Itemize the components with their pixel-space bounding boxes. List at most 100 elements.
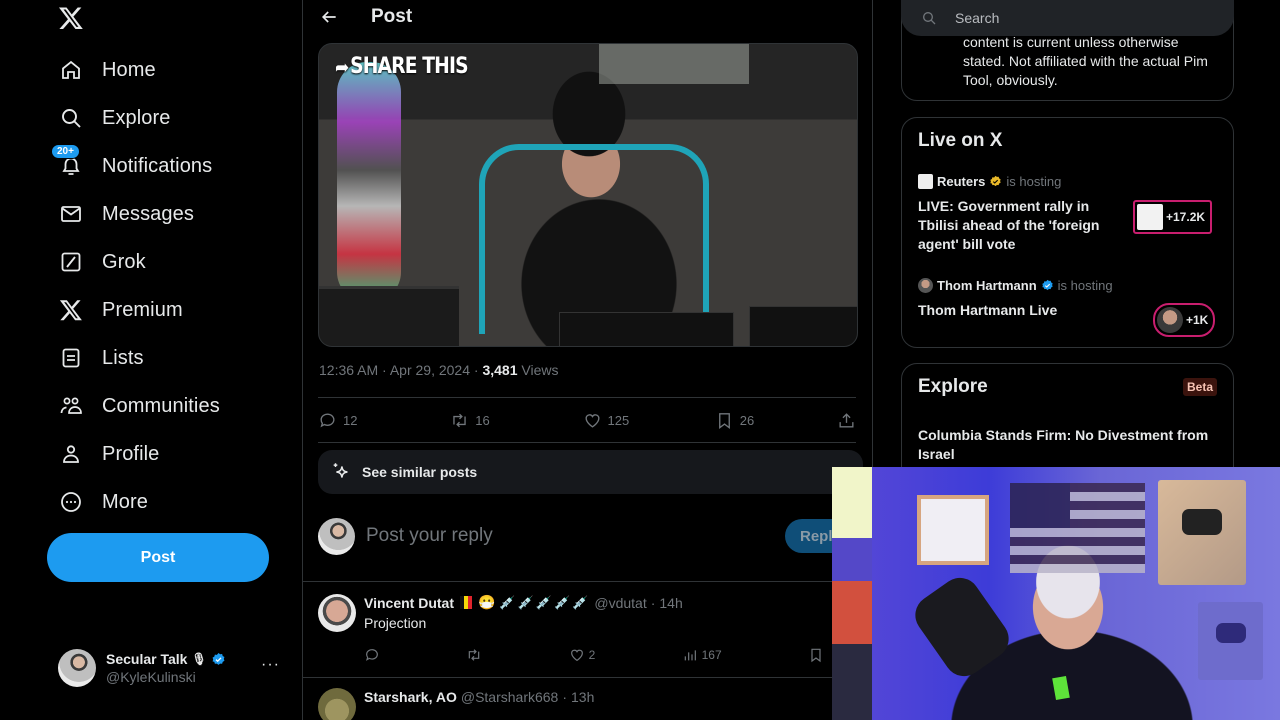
live-on-x-card: Live on X Reuters is hosting LIVE: Gover…	[901, 117, 1234, 348]
like-count: 125	[607, 412, 630, 428]
post-video[interactable]: ➦ SHARE THIS	[318, 43, 858, 347]
play-icon	[1182, 509, 1222, 535]
search-icon	[58, 105, 84, 131]
post-button[interactable]: Post	[47, 533, 269, 582]
views-count: 167	[701, 648, 722, 662]
mask-emoji-icon: 😷	[477, 594, 496, 610]
like-button[interactable]: 2	[569, 647, 596, 663]
reply-author-handle[interactable]: @Starshark668	[461, 689, 558, 705]
reply-item[interactable]: Starshark, AO @Starshark668 · 13h	[303, 678, 872, 720]
avatar[interactable]	[318, 594, 356, 632]
reply-input[interactable]	[366, 525, 746, 547]
views-button[interactable]: 167	[682, 647, 722, 663]
reuters-logo-icon	[918, 174, 933, 189]
sidebar-item-label: Notifications	[102, 154, 213, 177]
repost-icon	[453, 413, 466, 427]
repost-count: 16	[475, 412, 490, 428]
communities-icon	[58, 393, 84, 419]
grok-icon	[58, 249, 84, 275]
reply-actions: 2 167	[364, 647, 824, 663]
home-icon	[58, 57, 84, 83]
avatar	[1157, 307, 1183, 333]
sidebar-item-grok[interactable]: Grok	[58, 238, 220, 286]
sidebar-nav: Home Explore 20+ Notifications Messages …	[51, 46, 220, 526]
avatar[interactable]	[318, 688, 356, 720]
heart-icon	[570, 649, 583, 662]
sidebar-item-lists[interactable]: Lists	[58, 334, 220, 382]
account-switcher[interactable]: Secular Talk 🎙 @KyleKulinski ···	[58, 648, 288, 688]
sidebar-item-communities[interactable]: Communities	[58, 382, 220, 430]
picture-frame	[917, 495, 989, 565]
sidebar-item-more[interactable]: More	[58, 478, 220, 526]
host-name: Thom Hartmann	[937, 278, 1037, 293]
reply-time[interactable]: 13h	[571, 689, 594, 705]
avatar	[58, 649, 96, 687]
belgium-flag-icon	[459, 596, 472, 609]
reply-item[interactable]: Vincent Dutat 😷 💉💉💉💉💉 @vdutat · 14h Proj…	[303, 582, 872, 677]
explore-item[interactable]: Columbia Stands Firm: No Divestment from…	[918, 426, 1223, 464]
search-bar[interactable]	[901, 0, 1234, 36]
sidebar-item-label: Explore	[102, 106, 171, 129]
bookmark-icon	[811, 648, 821, 663]
share-button[interactable]	[837, 411, 856, 430]
reply-author-handle[interactable]: @vdutat	[594, 595, 646, 611]
sidebar-item-premium[interactable]: Premium	[58, 286, 220, 334]
sidebar-item-label: Home	[102, 58, 156, 81]
sidebar-item-notifications[interactable]: 20+ Notifications	[51, 142, 220, 190]
avatar	[318, 517, 355, 555]
avatar	[918, 278, 933, 293]
flag-decor	[1010, 483, 1145, 573]
listener-count: +17.2K	[1166, 210, 1206, 224]
divider	[318, 442, 856, 443]
sidebar-item-profile[interactable]: Profile	[58, 430, 220, 478]
repost-button[interactable]	[466, 647, 482, 663]
reply-author-name[interactable]: Vincent Dutat	[364, 595, 454, 611]
bookmark-button[interactable]: 26	[715, 411, 825, 430]
list-icon	[58, 345, 84, 371]
account-handle: @KyleKulinski	[106, 669, 196, 685]
sidebar-item-explore[interactable]: Explore	[58, 94, 220, 142]
post-header: Post	[303, 0, 872, 34]
explore-section-title: Explore	[918, 376, 988, 397]
search-icon	[923, 12, 936, 25]
sidebar-item-label: Communities	[102, 394, 220, 417]
page-title: Post	[371, 6, 413, 27]
more-options-icon[interactable]: ···	[261, 656, 280, 674]
reply-time[interactable]: 14h	[659, 595, 682, 611]
webcam-overlay	[832, 467, 1280, 720]
repost-button[interactable]: 16	[450, 411, 570, 430]
search-input[interactable]	[955, 10, 1205, 26]
profile-icon	[58, 441, 84, 467]
live-title: LIVE: Government rally in Tbilisi ahead …	[918, 198, 1100, 252]
live-listeners-pill[interactable]: +1K	[1153, 303, 1216, 337]
heart-icon	[584, 413, 600, 428]
main-column: Post ➦ SHARE THIS 12:36 AM · Apr 29, 202…	[302, 0, 873, 720]
live-title: Thom Hartmann Live	[918, 302, 1058, 318]
live-listeners-pill[interactable]: +17.2K	[1133, 200, 1213, 234]
reply-author-name[interactable]: Starshark, AO	[364, 689, 457, 705]
post-date[interactable]: Apr 29, 2024	[390, 362, 470, 378]
see-similar-label: See similar posts	[362, 464, 478, 480]
sidebar-item-label: Profile	[102, 442, 160, 465]
see-similar-posts-button[interactable]: See similar posts	[318, 450, 863, 494]
like-button[interactable]: 125	[583, 411, 703, 430]
reply-button[interactable]: 12	[318, 411, 438, 430]
sidebar-item-home[interactable]: Home	[58, 46, 220, 94]
bookmark-button[interactable]	[808, 647, 824, 663]
microphone-icon: 🎙	[191, 652, 207, 666]
share-icon	[839, 412, 854, 428]
verified-gold-badge-icon	[990, 175, 1002, 187]
sidebar-item-messages[interactable]: Messages	[58, 190, 220, 238]
post-time[interactable]: 12:36 AM	[319, 362, 378, 378]
post-actions: 12 16 125 26	[318, 398, 856, 442]
x-logo-icon[interactable]	[58, 5, 84, 31]
sidebar-item-label: Premium	[102, 298, 183, 321]
like-count: 2	[588, 648, 596, 662]
reply-button[interactable]	[364, 647, 380, 663]
mail-icon	[58, 201, 84, 227]
account-name: Secular Talk	[106, 651, 188, 667]
back-arrow-icon[interactable]	[319, 7, 339, 27]
reply-count: 12	[343, 412, 358, 428]
play-icon	[1215, 623, 1246, 644]
bookmark-count: 26	[739, 412, 755, 428]
